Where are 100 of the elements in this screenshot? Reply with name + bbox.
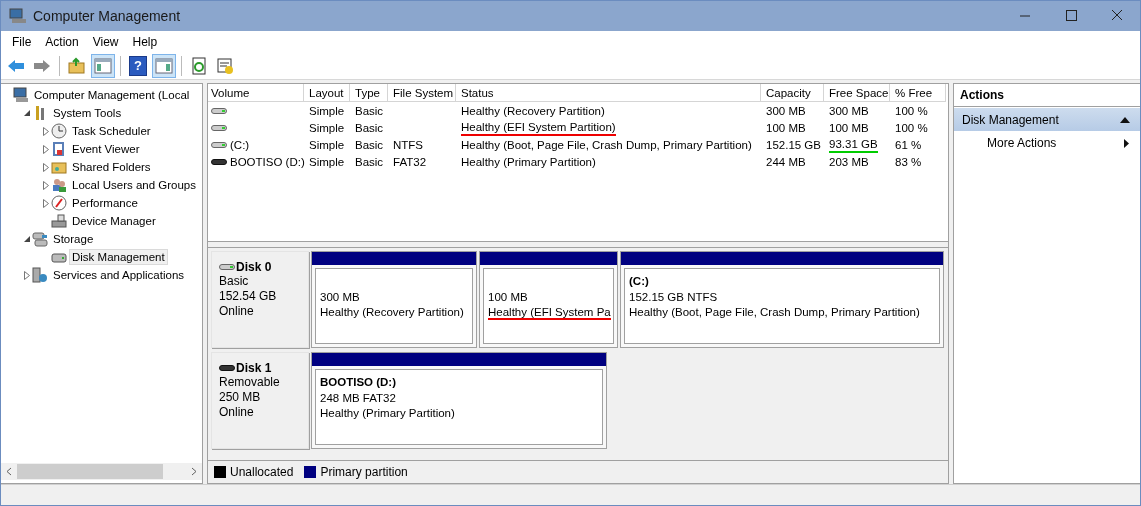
gauge-icon — [51, 195, 67, 211]
partition-block[interactable]: BOOTISO (D:) 248 MB FAT32 Healthy (Primary Partition) — [315, 369, 603, 445]
tree-pane-button[interactable] — [91, 53, 115, 78]
tree-item[interactable]: Computer Management (Local — [31, 87, 193, 103]
column-header[interactable]: Free Space — [824, 84, 890, 102]
partition-block[interactable]: 300 MB Healthy (Recovery Partition) — [315, 268, 473, 344]
column-header[interactable]: File System — [388, 84, 456, 102]
tree-item[interactable]: Task Scheduler — [69, 123, 154, 139]
table-cell: Simple — [309, 120, 345, 135]
computer-icon — [13, 87, 29, 103]
tree-item[interactable]: Shared Folders — [69, 159, 154, 175]
expand-icon[interactable] — [42, 144, 50, 154]
computer-icon — [9, 8, 27, 24]
table-cell: 100 % — [895, 103, 928, 118]
column-header[interactable]: Type — [350, 84, 388, 102]
export-list-icon — [216, 56, 234, 75]
expand-icon[interactable] — [23, 270, 31, 280]
table-cell: 203 MB — [829, 154, 869, 169]
collapse-icon[interactable] — [1120, 116, 1130, 123]
users-icon — [51, 177, 67, 193]
refresh-icon — [190, 56, 208, 75]
drive-icon — [211, 106, 227, 115]
tree-item[interactable]: System Tools — [50, 105, 125, 121]
disk-info-panel[interactable]: Disk 1 Removable 250 MB Online — [211, 352, 309, 449]
storage-icon — [32, 231, 48, 247]
folder-icon — [51, 159, 67, 175]
collapse-icon[interactable] — [23, 235, 31, 243]
column-header[interactable]: Capacity — [761, 84, 824, 102]
forward-arrow-icon — [33, 58, 51, 73]
table-cell: 244 MB — [766, 154, 806, 169]
table-cell: 100 MB — [829, 120, 869, 135]
table-cell: Healthy (Primary Partition) — [461, 154, 596, 169]
menu-item[interactable]: Action — [38, 32, 86, 51]
partition-size: 152.15 GB NTFS — [629, 289, 719, 305]
table-cell: FAT32 — [393, 154, 427, 169]
action-pane-button[interactable] — [152, 53, 176, 78]
menu-item[interactable]: File — [5, 32, 39, 51]
actions-header: Actions — [954, 84, 1140, 107]
column-header[interactable]: Status — [456, 84, 761, 102]
table-cell: Healthy (Boot, Page File, Crash Dump, Primary Partition) — [461, 137, 752, 152]
table-cell: Simple — [309, 103, 345, 118]
table-cell: (C:) — [230, 137, 250, 152]
tree-item[interactable]: Device Manager — [69, 213, 159, 229]
disk-type: Removable — [219, 375, 281, 390]
tree-item[interactable]: Storage — [50, 231, 97, 247]
tree-item[interactable]: Event Viewer — [69, 141, 143, 157]
tree-item[interactable]: Performance — [69, 195, 141, 211]
column-header[interactable]: Layout — [304, 84, 350, 102]
disk-name: Disk 1 — [236, 361, 272, 375]
table-cell: Simple — [309, 137, 345, 152]
partition-size: 248 MB FAT32 — [320, 390, 397, 406]
disk-name: Disk 0 — [236, 260, 272, 274]
action-link[interactable]: More Actions — [987, 136, 1057, 150]
folder-up-icon — [68, 56, 86, 75]
table-cell: 83 % — [895, 154, 922, 169]
services-icon — [32, 267, 48, 283]
column-header[interactable]: Volume — [208, 84, 304, 102]
disk-status: Online — [219, 304, 255, 319]
partition-label: (C:) — [629, 274, 650, 289]
disk-info-panel[interactable]: Disk 0 Basic 152.54 GB Online — [211, 251, 309, 348]
table-cell: BOOTISO (D:) — [230, 154, 305, 169]
table-cell: Basic — [355, 137, 384, 152]
help-button[interactable]: ? — [129, 55, 147, 76]
partition-block[interactable]: (C:) 152.15 GB NTFS Healthy (Boot, Page File, Crash Dump, Primary Partition) — [624, 268, 940, 344]
menu-item[interactable]: Help — [125, 32, 165, 51]
submenu-arrow-icon — [1124, 138, 1129, 148]
table-cell: Simple — [309, 154, 345, 169]
table-cell: 300 MB — [766, 103, 806, 118]
disk-type: Basic — [219, 274, 250, 289]
partition-status: Healthy (Boot, Page File, Crash Dump, Primary Partition) — [629, 305, 921, 320]
actions-section[interactable]: Disk Management — [954, 108, 1140, 131]
pane-icon — [155, 56, 173, 75]
column-header[interactable]: % Free — [890, 84, 946, 102]
collapse-icon[interactable] — [23, 109, 31, 117]
partition-status: Healthy (EFI System Pa — [488, 305, 612, 321]
table-cell: Basic — [355, 154, 384, 169]
table-cell: 152.15 GB — [766, 137, 821, 152]
partition-size: 300 MB — [320, 289, 361, 305]
tree-item[interactable]: Services and Applications — [50, 267, 188, 283]
disk-size: 250 MB — [219, 390, 262, 405]
partition-block[interactable]: 100 MB Healthy (EFI System Pa — [483, 268, 614, 344]
log-icon — [51, 141, 67, 157]
expand-icon[interactable] — [42, 180, 50, 190]
disk-status: Online — [219, 405, 255, 420]
horizontal-scrollbar[interactable] — [1, 463, 202, 480]
clock-icon — [51, 123, 67, 139]
tree-item[interactable]: Disk Management — [69, 249, 168, 265]
disk-size: 152.54 GB — [219, 289, 278, 304]
partition-status: Healthy (Recovery Partition) — [320, 305, 465, 320]
pane-icon — [94, 56, 112, 75]
legend-label: Primary partition — [320, 465, 408, 479]
pane-splitter[interactable] — [208, 241, 948, 248]
drive-icon — [219, 263, 235, 271]
table-cell: Basic — [355, 120, 384, 135]
partition-size: 100 MB — [488, 289, 529, 305]
menu-item[interactable]: View — [85, 32, 126, 51]
devices-icon — [51, 213, 67, 229]
drive-icon — [211, 123, 227, 132]
tree-item[interactable]: Local Users and Groups — [69, 177, 199, 193]
table-cell: Basic — [355, 103, 384, 118]
